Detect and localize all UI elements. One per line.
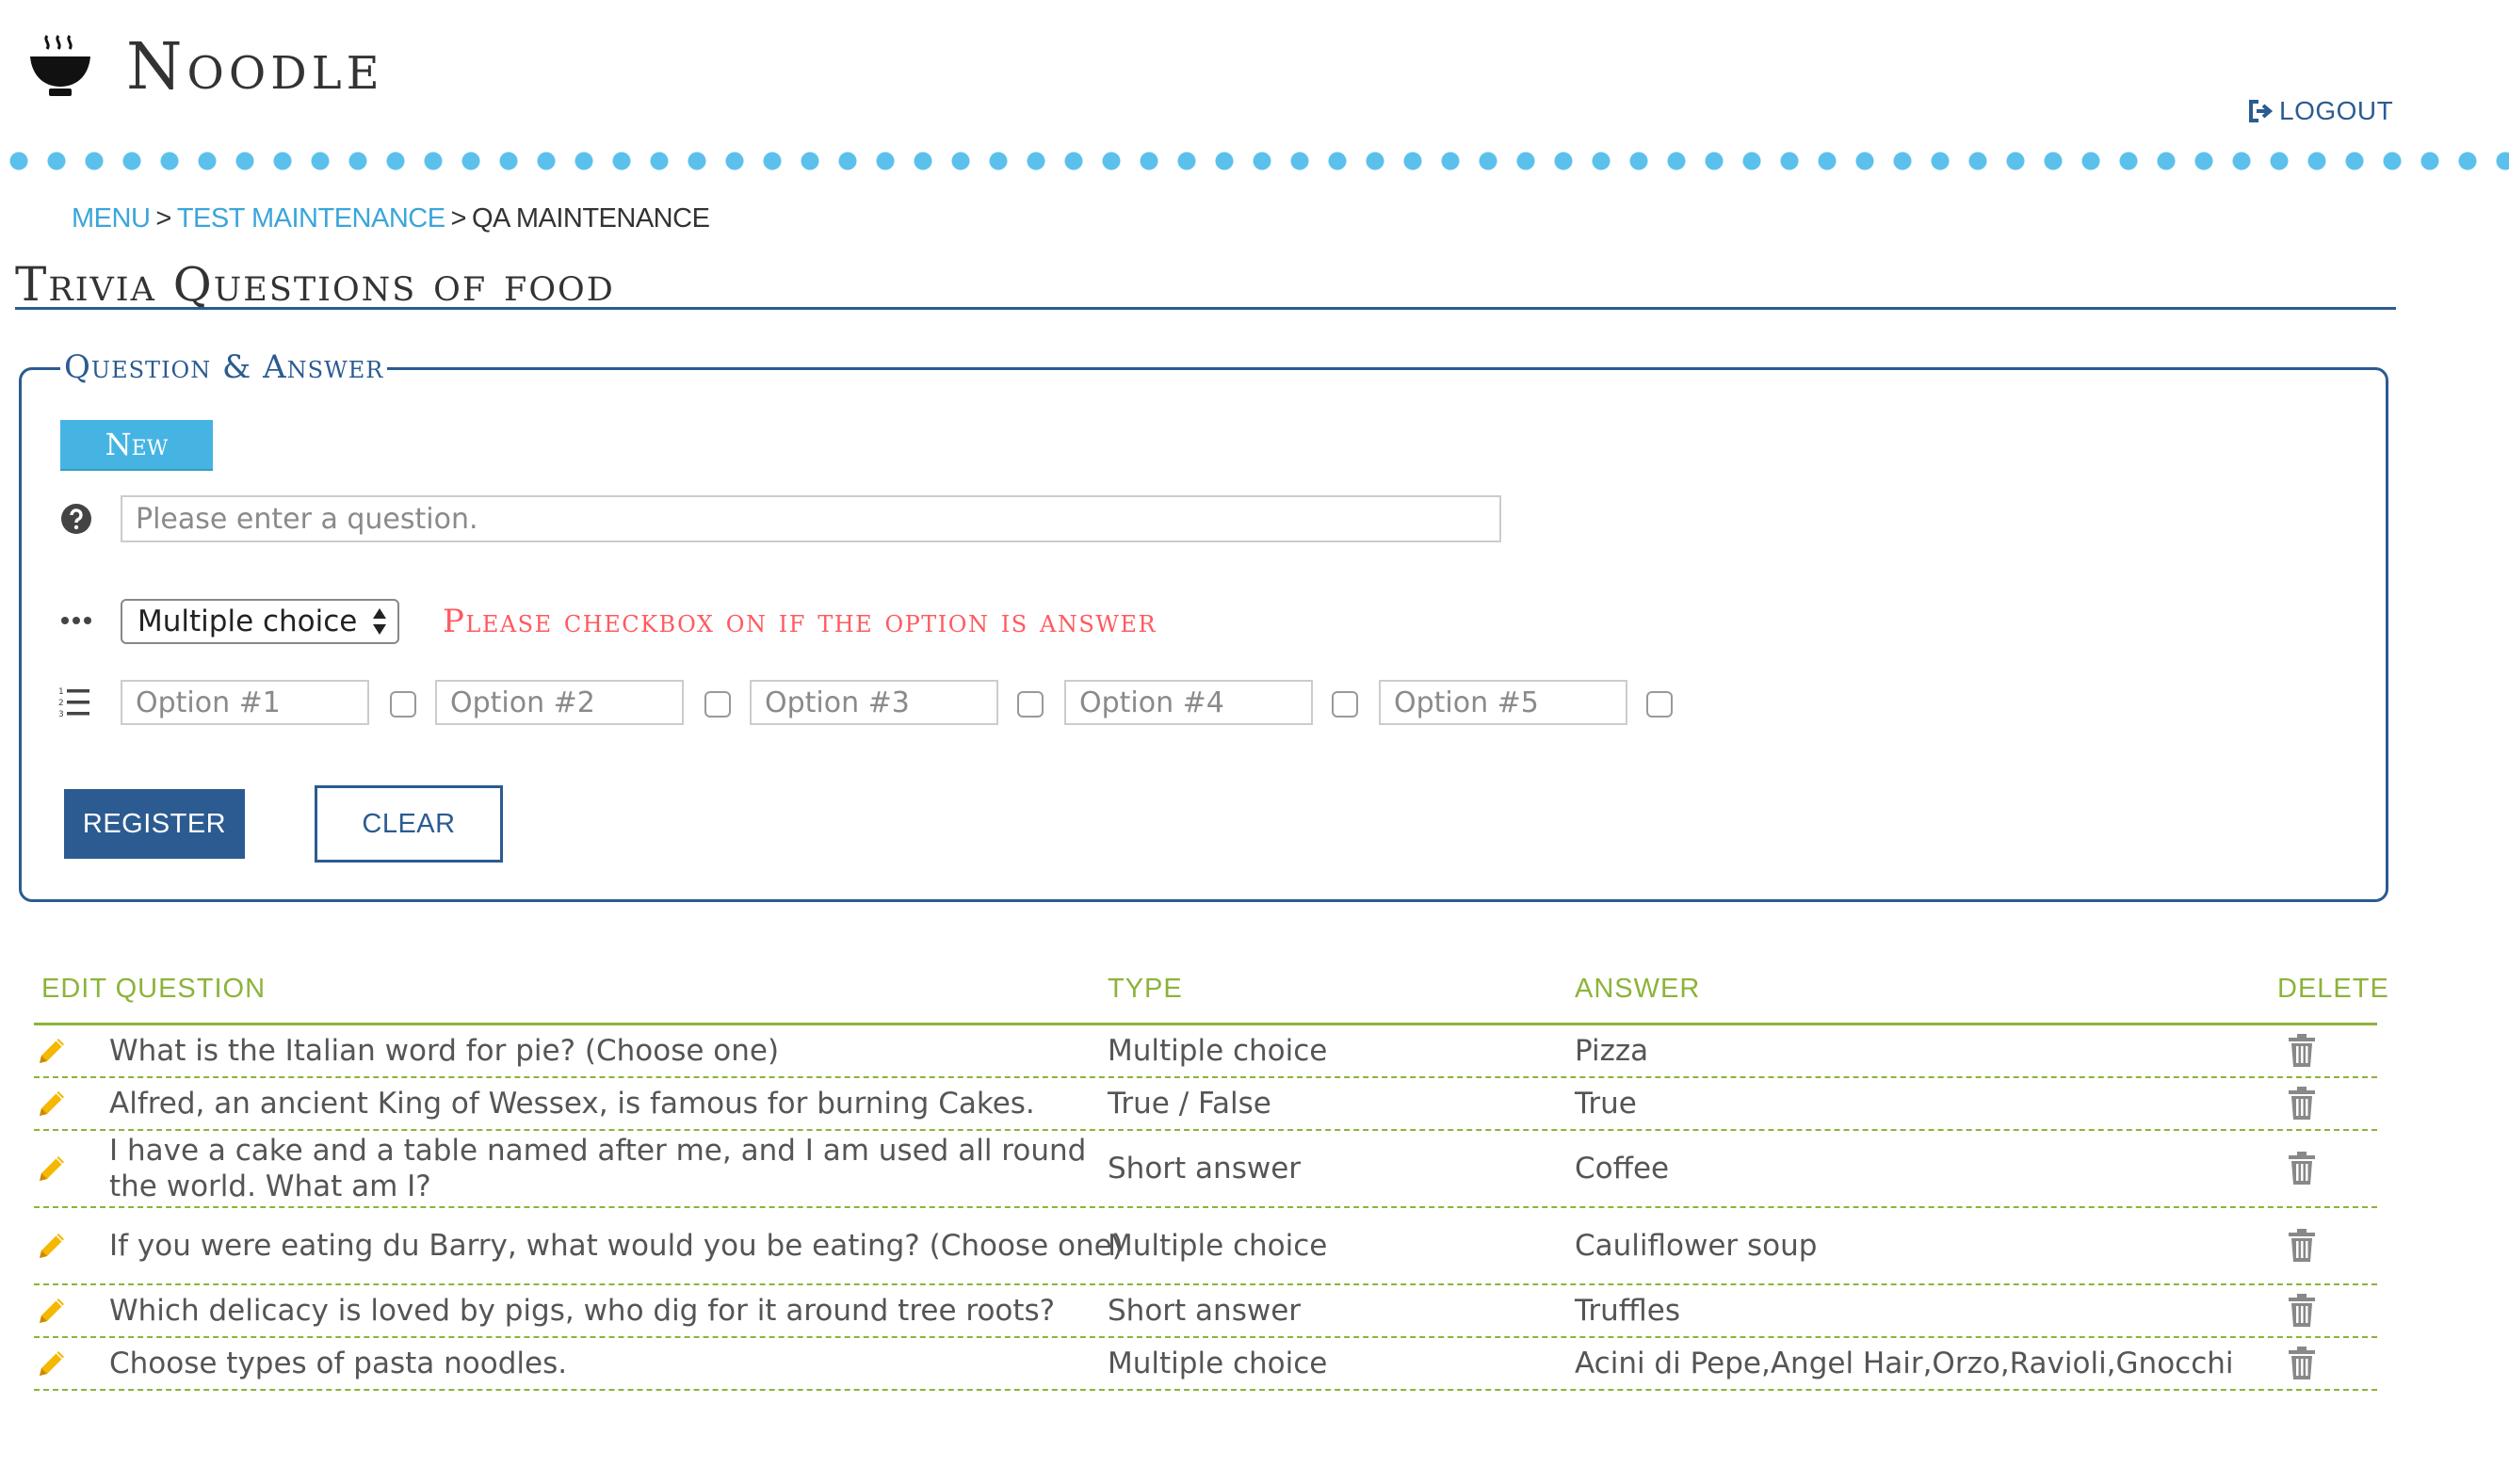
svg-text:1: 1 bbox=[58, 687, 64, 697]
svg-text:2: 2 bbox=[58, 699, 64, 708]
noodle-bowl-icon bbox=[30, 35, 90, 96]
option-3-input[interactable] bbox=[750, 680, 998, 725]
register-button[interactable]: REGISTER bbox=[64, 789, 245, 859]
question-type: Short answer bbox=[1108, 1152, 1302, 1186]
question-answer: Coffee bbox=[1575, 1152, 1670, 1186]
delete-question-button[interactable] bbox=[2274, 1131, 2330, 1206]
answer-checkbox-hint: Please checkbox on if the option is answ… bbox=[443, 603, 1157, 640]
ellipsis-icon bbox=[61, 617, 91, 624]
table-row: What is the Italian word for pie? (Choos… bbox=[34, 1025, 2377, 1078]
breadcrumb-separator: > bbox=[450, 203, 467, 234]
list-ol-icon: 1 2 3 bbox=[58, 687, 89, 718]
header-answer: ANSWER bbox=[1575, 974, 1701, 1004]
question-answer: True bbox=[1575, 1087, 1637, 1121]
question-text: What is the Italian word for pie? (Choos… bbox=[109, 1034, 780, 1068]
option-4-input[interactable] bbox=[1064, 680, 1313, 725]
option-2-answer-checkbox[interactable] bbox=[704, 691, 731, 718]
question-answer: Pizza bbox=[1575, 1034, 1649, 1068]
option-1-input[interactable] bbox=[121, 680, 369, 725]
question-circle-icon bbox=[61, 504, 91, 534]
page-title: Trivia Questions of food bbox=[15, 257, 615, 312]
question-type: Multiple choice bbox=[1108, 1034, 1328, 1068]
option-5-input[interactable] bbox=[1379, 680, 1627, 725]
new-button[interactable]: New bbox=[60, 420, 213, 469]
pencil-icon bbox=[40, 1234, 64, 1258]
edit-question-button[interactable] bbox=[36, 1025, 83, 1076]
question-type: Multiple choice bbox=[1108, 1347, 1328, 1380]
pencil-icon bbox=[40, 1298, 64, 1323]
pencil-icon bbox=[40, 1039, 64, 1063]
logout-icon bbox=[2249, 100, 2274, 122]
question-type: Short answer bbox=[1108, 1294, 1302, 1328]
trash-icon bbox=[2289, 1347, 2315, 1379]
table-row: Which delicacy is loved by pigs, who dig… bbox=[34, 1285, 2377, 1338]
edit-question-button[interactable] bbox=[36, 1285, 83, 1336]
pencil-icon bbox=[40, 1091, 64, 1116]
edit-question-button[interactable] bbox=[36, 1208, 83, 1283]
pencil-icon bbox=[40, 1156, 64, 1181]
brand-name: Noodle bbox=[126, 30, 384, 105]
header-edit-question: EDIT QUESTION bbox=[41, 974, 267, 1004]
trash-icon bbox=[2289, 1294, 2315, 1327]
option-4-answer-checkbox[interactable] bbox=[1332, 691, 1358, 718]
delete-question-button[interactable] bbox=[2274, 1285, 2330, 1336]
trash-icon bbox=[2289, 1229, 2315, 1262]
question-type-select[interactable]: Multiple choice bbox=[121, 599, 399, 644]
breadcrumb-test-maintenance[interactable]: TEST MAINTENANCE bbox=[177, 203, 445, 234]
title-underline bbox=[15, 307, 2396, 310]
edit-question-button[interactable] bbox=[36, 1131, 83, 1206]
fieldset-legend: Question & Answer bbox=[60, 348, 388, 386]
table-row: If you were eating du Barry, what would … bbox=[34, 1208, 2377, 1285]
table-row: Choose types of pasta noodles. Multiple c… bbox=[34, 1338, 2377, 1391]
edit-question-button[interactable] bbox=[36, 1338, 83, 1389]
header-type: TYPE bbox=[1108, 974, 1183, 1004]
question-text: Choose types of pasta noodles. bbox=[109, 1347, 568, 1380]
breadcrumb-qa-maintenance: QA MAINTENANCE bbox=[471, 203, 710, 234]
delete-question-button[interactable] bbox=[2274, 1025, 2330, 1076]
question-text: If you were eating du Barry, what would … bbox=[109, 1229, 1124, 1263]
pencil-icon bbox=[40, 1351, 64, 1376]
table-header: EDIT QUESTION TYPE ANSWER DELETE bbox=[34, 966, 2388, 1025]
dotted-divider bbox=[0, 151, 2509, 171]
option-2-input[interactable] bbox=[435, 680, 684, 725]
question-type: Multiple choice bbox=[1108, 1229, 1328, 1263]
trash-icon bbox=[2289, 1152, 2315, 1185]
option-3-answer-checkbox[interactable] bbox=[1017, 691, 1044, 718]
table-row: I have a cake and a table named after me… bbox=[34, 1131, 2377, 1208]
header-delete: DELETE bbox=[2277, 974, 2389, 1004]
clear-button[interactable]: CLEAR bbox=[315, 785, 503, 863]
delete-question-button[interactable] bbox=[2274, 1208, 2330, 1283]
question-type: True / False bbox=[1108, 1087, 1271, 1121]
question-text: I have a cake and a table named after me… bbox=[109, 1134, 1087, 1203]
option-1-answer-checkbox[interactable] bbox=[390, 691, 416, 718]
trash-icon bbox=[2289, 1087, 2315, 1120]
logout-label[interactable]: LOGOUT bbox=[2279, 96, 2393, 126]
edit-question-button[interactable] bbox=[36, 1078, 83, 1129]
logout-link[interactable]: LOGOUT bbox=[2247, 96, 2393, 126]
questions-table: EDIT QUESTION TYPE ANSWER DELETE What is… bbox=[34, 966, 2388, 1391]
breadcrumb-menu[interactable]: MENU bbox=[72, 203, 151, 234]
question-text: Alfred, an ancient King of Wessex, is fa… bbox=[109, 1087, 1035, 1121]
question-answer: Cauliflower soup bbox=[1575, 1229, 1818, 1263]
question-answer: Acini di Pepe,Angel Hair,Orzo,Ravioli,Gn… bbox=[1575, 1347, 2234, 1380]
table-row: Alfred, an ancient King of Wessex, is fa… bbox=[34, 1078, 2377, 1131]
table-body: What is the Italian word for pie? (Choos… bbox=[34, 1025, 2377, 1391]
question-answer: Truffles bbox=[1575, 1294, 1680, 1328]
delete-question-button[interactable] bbox=[2274, 1338, 2330, 1389]
svg-text:3: 3 bbox=[58, 710, 64, 718]
breadcrumb-separator: > bbox=[155, 203, 171, 234]
question-input[interactable] bbox=[121, 495, 1501, 542]
page-root: Noodle LOGOUT MENU > TEST MAINTENANCE > QA M… bbox=[0, 0, 2509, 1484]
breadcrumb: MENU > TEST MAINTENANCE > QA MAINTENANCE bbox=[72, 203, 710, 234]
question-text: Which delicacy is loved by pigs, who dig… bbox=[109, 1294, 1056, 1328]
delete-question-button[interactable] bbox=[2274, 1078, 2330, 1129]
trash-icon bbox=[2289, 1034, 2315, 1067]
select-arrows-icon bbox=[373, 608, 386, 635]
question-type-value: Multiple choice bbox=[138, 605, 358, 638]
option-5-answer-checkbox[interactable] bbox=[1646, 691, 1673, 718]
